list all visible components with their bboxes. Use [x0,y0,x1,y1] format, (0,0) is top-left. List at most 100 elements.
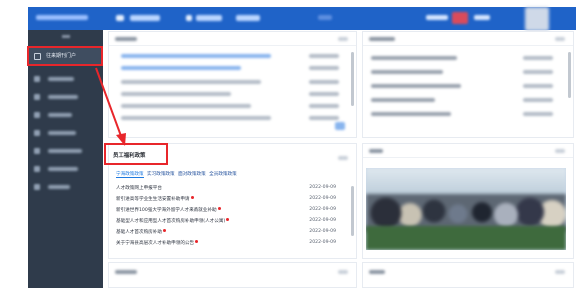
list-item-date [309,92,339,96]
tab-policy-2[interactable]: 实习政策政策 [147,171,175,177]
news-title: 基础人才首次购房补助 [116,229,166,235]
news-title: 关于宁海县高层次人才补助申领的公告 [116,240,199,246]
list-item[interactable]: 关于宁海县高层次人才补助申领的公告 2022-09-09 [116,238,344,249]
menu-icon [34,130,40,136]
scrollbar[interactable] [568,52,571,98]
list-item-date [523,56,553,60]
sidebar-item-label [48,167,78,171]
list-item[interactable]: 新引进世界100强大学海外留学人才来甬就业补助 2022-09-09 [116,205,344,216]
more-link[interactable] [555,149,565,153]
nav-link[interactable] [196,15,222,21]
tab-policy-4[interactable]: 全员政策政策 [209,171,237,177]
panel-header [363,32,573,46]
nav-icon[interactable] [186,15,192,21]
news-date: 2022-09-09 [309,229,336,234]
sidebar-item[interactable] [28,124,103,142]
collapse-icon[interactable] [62,35,70,38]
top-navigation-bar [28,7,576,31]
menu-icon [34,148,40,154]
sidebar-item[interactable] [28,178,103,196]
news-date: 2022-09-09 [309,196,336,201]
sidebar-item-label [48,113,72,117]
more-link[interactable] [338,37,348,41]
panel-header [109,32,356,46]
list-item-date [523,98,553,102]
list-item[interactable] [371,56,457,60]
sidebar-item[interactable] [28,142,103,160]
news-title: 基础型人才和应用型人才首次购房补助申领(人才公寓) [116,218,230,224]
notice-panel [108,31,357,138]
annotation-box-sidebar [27,46,103,66]
list-item[interactable] [371,98,435,102]
tab-policy-3[interactable]: 面对政策政策 [178,171,206,177]
menu-icon [34,184,40,190]
list-item[interactable] [371,112,451,116]
list-item[interactable] [121,80,261,84]
avatar[interactable] [525,7,549,31]
sidebar-item-label [48,95,78,99]
group-photo[interactable] [366,168,566,250]
home-icon[interactable] [116,15,124,21]
user-menu-link[interactable] [426,15,448,20]
annotation-box-welfare [104,143,168,165]
scrollbar[interactable] [351,52,354,106]
new-badge [195,240,199,243]
panel-title [369,37,395,41]
sidebar-item[interactable] [28,88,103,106]
list-item-date [523,112,553,116]
list-item[interactable] [371,70,443,74]
pagination-button[interactable] [335,122,345,130]
sidebar-item[interactable] [28,160,103,178]
nav-link[interactable] [130,15,160,21]
settings-link[interactable] [474,15,490,20]
bottom-left-panel [108,262,357,288]
list-item[interactable]: 基础人才首次购房补助 2022-09-09 [116,227,344,238]
new-badge [162,229,166,232]
news-date: 2022-09-09 [309,185,336,190]
list-item-date [309,104,339,108]
photo-grass [366,226,566,250]
list-item[interactable]: 基础型人才和应用型人才首次购房补助申领(人才公寓) 2022-09-09 [116,216,344,227]
list-item-date [309,116,339,120]
list-item[interactable] [121,66,241,70]
news-title: 人才政策网上申报平台 [116,186,162,191]
sidebar-item[interactable] [28,106,103,124]
list-item[interactable] [121,92,231,96]
more-link[interactable] [555,37,565,41]
more-link[interactable] [338,270,348,274]
nav-link[interactable] [318,15,332,20]
sidebar-item-label [48,149,82,153]
active-tab-indicator [116,177,144,178]
scrollbar[interactable] [351,186,354,236]
more-link[interactable] [555,270,565,274]
sidebar-item-label [48,185,70,189]
sidebar-item[interactable] [28,70,103,88]
list-item[interactable] [371,84,461,88]
news-date: 2022-09-09 [309,207,336,212]
sidebar-item-label [48,77,74,81]
list-item-date [523,70,553,74]
list-item-date [309,80,339,84]
menu-icon [34,94,40,100]
new-badge [190,196,194,199]
sidebar-item-label [48,131,76,135]
notification-badge[interactable] [452,12,468,24]
list-item[interactable] [121,54,271,58]
list-item[interactable] [121,104,251,108]
list-item[interactable] [121,116,271,120]
nav-link[interactable] [236,15,260,21]
sidebar: 往来期刊门户 [28,30,103,288]
more-link[interactable] [338,156,348,160]
news-date: 2022-09-09 [309,218,336,223]
list-item[interactable]: 新引进高等学业生生活安置补助申请 2022-09-09 [116,194,344,205]
new-badge [226,218,230,221]
list-item[interactable]: 人才政策网上申报平台 2022-09-09 [116,183,344,194]
news-date: 2022-09-09 [309,240,336,245]
panel-title [369,149,383,153]
menu-icon [34,112,40,118]
list-item-date [309,54,339,58]
new-badge [217,207,221,210]
side-list-panel [362,31,574,138]
news-title: 新引进世界100强大学海外留学人才来甬就业补助 [116,207,221,213]
portal-logo[interactable] [36,15,88,20]
